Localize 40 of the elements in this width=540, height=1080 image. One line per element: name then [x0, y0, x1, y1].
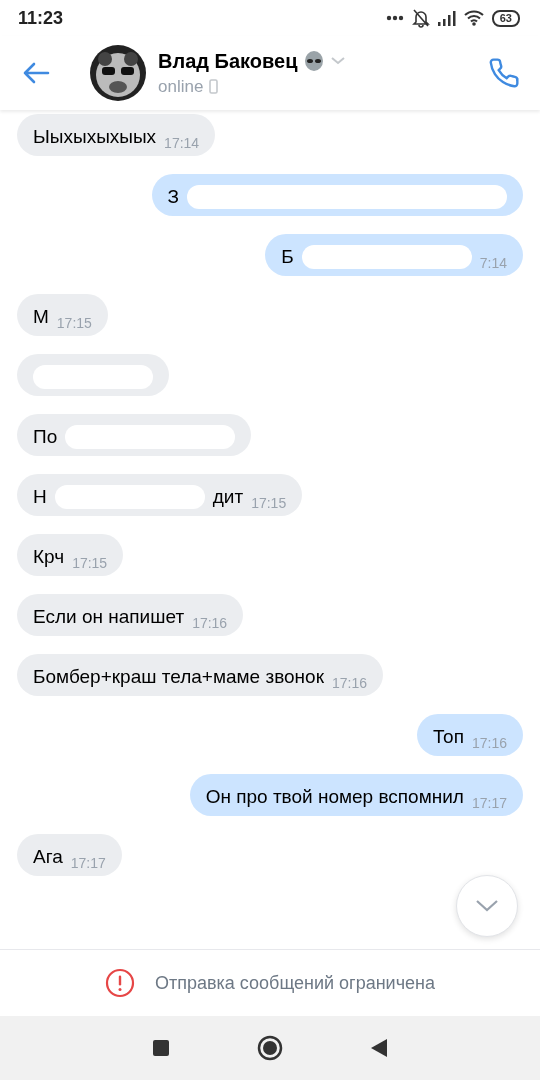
- clock: 11:23: [18, 7, 64, 29]
- muted-bell-icon: [411, 8, 430, 28]
- message-time: 17:17: [471, 795, 507, 811]
- online-status: online: [158, 76, 204, 97]
- message-time: 17:15: [72, 555, 108, 571]
- message-text: дит: [212, 485, 244, 509]
- back-nav-icon[interactable]: [371, 1039, 387, 1057]
- home-icon[interactable]: [257, 1035, 283, 1061]
- notice-text: Отправка сообщений ограничена: [155, 972, 435, 994]
- call-icon[interactable]: [488, 57, 520, 89]
- more-icon: [385, 15, 404, 21]
- message-time: 17:15: [251, 495, 287, 511]
- chevron-down-icon: [476, 900, 498, 912]
- message-text: Если он напишет: [33, 605, 185, 629]
- message-time: 17:16: [192, 615, 228, 631]
- message-time: 17:16: [332, 675, 368, 691]
- message-text: Крч: [33, 545, 65, 569]
- message-text: Ага: [33, 845, 63, 869]
- message-time: 17:15: [56, 315, 92, 331]
- back-icon[interactable]: [22, 61, 50, 85]
- message-text: Ыыхыхыхыых: [33, 125, 157, 149]
- message-text: Он про твой номер вспомнил: [205, 785, 464, 809]
- warning-icon: [105, 968, 135, 998]
- message-time: 7:14: [479, 255, 507, 271]
- battery-indicator: 63: [491, 9, 520, 27]
- alien-icon: [303, 50, 326, 72]
- message-time: 17:17: [70, 855, 106, 871]
- message-text: Б: [281, 245, 294, 269]
- signal-icon: [437, 10, 456, 26]
- message-text: Топ: [432, 725, 464, 749]
- contact-name: Влад Баковец: [158, 49, 298, 73]
- message-text: Н: [33, 485, 47, 509]
- wifi-icon: [463, 10, 484, 26]
- message-text: М: [33, 305, 49, 329]
- message-text: З: [167, 185, 179, 209]
- message-text: По: [33, 425, 58, 449]
- phone-device-icon: [209, 79, 219, 94]
- message-text: Бомбер+краш тела+маме звонок: [33, 665, 324, 689]
- message-time: 17:14: [164, 135, 200, 151]
- message-time: 17:16: [471, 735, 507, 751]
